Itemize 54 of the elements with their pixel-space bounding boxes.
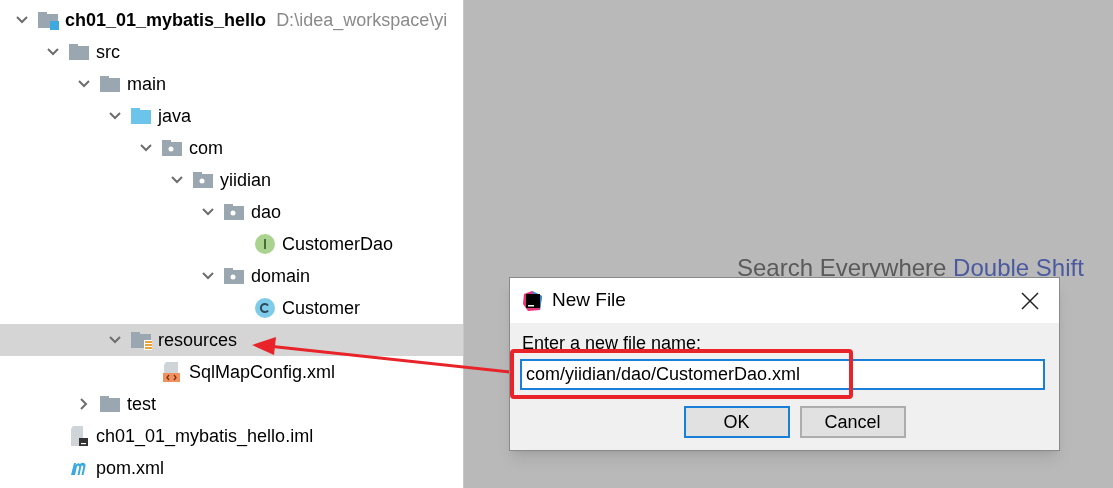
- tree-row[interactable]: src: [0, 36, 463, 68]
- folder-icon: [130, 105, 152, 127]
- tree-row[interactable]: SqlMapConfig.xml: [0, 356, 463, 388]
- tree-item-label: resources: [158, 328, 238, 352]
- tree-row[interactable]: ch01_01_mybatis_hello D:\idea_workspace\yi: [0, 4, 463, 36]
- tree-item-label: domain: [251, 264, 311, 288]
- tree-item-label: CustomerDao: [282, 232, 394, 256]
- module-folder-icon: [37, 9, 59, 31]
- folder-icon: [99, 73, 121, 95]
- tree-row[interactable]: java: [0, 100, 463, 132]
- class-icon: [254, 297, 276, 319]
- tree-item-label: dao: [251, 200, 282, 224]
- tree-item-label: java: [158, 104, 192, 128]
- module-file-icon: [68, 425, 90, 447]
- app-logo-icon: [522, 289, 544, 312]
- tree-item-label: ch01_01_mybatis_hello.iml: [96, 424, 314, 449]
- tree-item-label: pom.xml: [96, 456, 164, 480]
- tree-row[interactable]: main: [0, 68, 463, 100]
- package-folder-icon: [223, 265, 245, 287]
- tree-row[interactable]: com: [0, 132, 463, 164]
- package-folder-icon: [223, 201, 245, 223]
- tree-item-label: com: [189, 136, 223, 160]
- hint-action: Search Everywhere: [737, 254, 947, 281]
- folder-icon: [68, 41, 90, 63]
- tree-item-label: src: [96, 40, 120, 64]
- tree-row[interactable]: yiidian: [0, 164, 463, 196]
- folder-icon: [99, 393, 121, 415]
- tree-row[interactable]: dao: [0, 196, 463, 228]
- prompt-label: Enter a new file name:: [521, 332, 703, 355]
- file-name-field[interactable]: com/yiidian/dao/CustomerDao.xml: [520, 359, 1045, 390]
- tree-row[interactable]: resources: [0, 324, 463, 356]
- tree-row[interactable]: pom.xml: [0, 452, 463, 484]
- tree-item-label: ch01_01_mybatis_hello: [65, 8, 267, 32]
- dialog-button[interactable]: OK: [683, 406, 790, 438]
- tree-row[interactable]: test: [0, 388, 463, 420]
- tree-item-label: yiidian: [220, 168, 272, 192]
- package-folder-icon: [161, 137, 183, 159]
- tree-row[interactable]: ch01_01_mybatis_hello.iml: [0, 420, 463, 452]
- tree-item-label: Customer: [282, 296, 361, 320]
- dialog-title: New File: [552, 288, 626, 313]
- tree-item-label: SqlMapConfig.xml: [189, 360, 336, 384]
- tree-row[interactable]: CustomerDao: [0, 228, 463, 260]
- tree-row[interactable]: Customer: [0, 292, 463, 324]
- interface-icon: [254, 233, 276, 255]
- xml-file-icon: [161, 361, 183, 383]
- tree-item-label: test: [127, 392, 156, 416]
- tree-item-label: main: [127, 72, 166, 96]
- project-path: D:\idea_workspace\yi: [276, 8, 448, 33]
- close-icon[interactable]: [1021, 291, 1039, 310]
- dialog-button[interactable]: Cancel: [799, 406, 906, 438]
- resources-folder-icon: [130, 329, 152, 351]
- hint-shortcut: Double Shift: [953, 254, 1084, 281]
- tree-row[interactable]: domain: [0, 260, 463, 292]
- package-folder-icon: [192, 169, 214, 191]
